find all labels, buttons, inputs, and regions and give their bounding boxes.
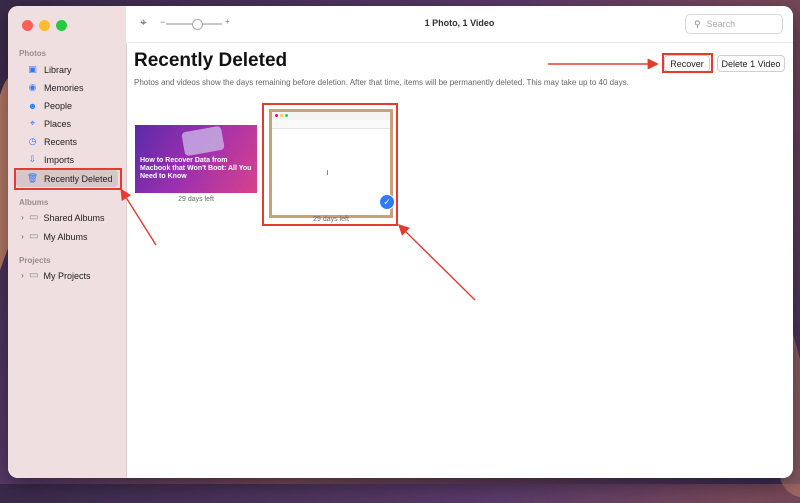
arrow-to-video [398,224,476,301]
arrow-to-recently-deleted [120,188,157,246]
annotation-arrows [120,58,659,301]
